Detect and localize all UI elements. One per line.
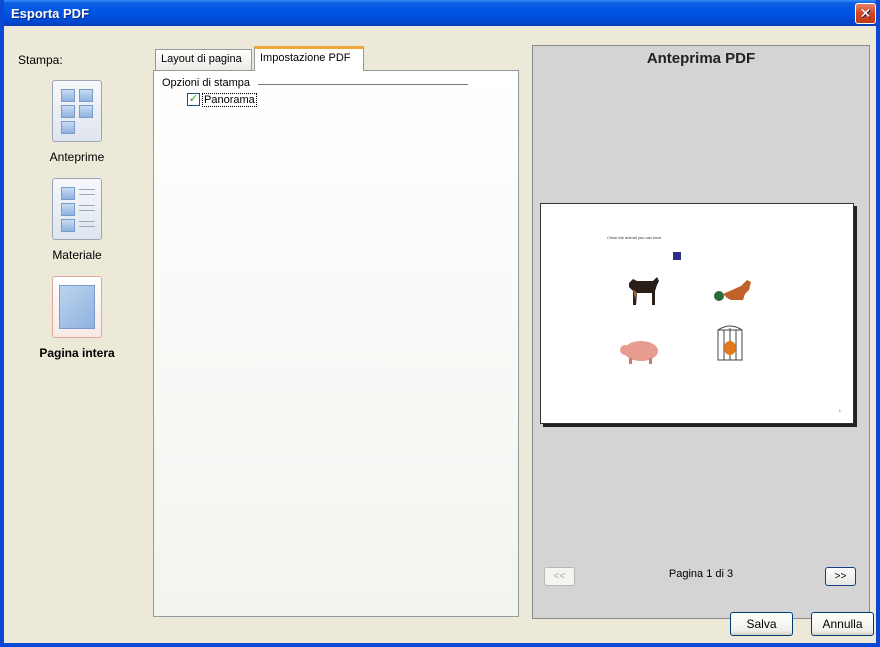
option-thumbnails-label: Anteprime <box>49 150 105 164</box>
pig-image <box>620 341 658 364</box>
tab-pdf-settings-label: Impostazione PDF <box>260 52 351 64</box>
print-options-title: Opzioni di stampa <box>162 77 251 89</box>
close-button[interactable]: ✕ <box>855 3 876 24</box>
dog-image <box>629 277 659 305</box>
dialog-body: Stampa: Anteprime Materiale Pagina inter… <box>4 26 876 643</box>
preview-page: Circle the animal you can hear 1 <box>540 203 854 424</box>
tab-pdf-settings[interactable]: Impostazione PDF <box>254 46 364 71</box>
panorama-checkbox[interactable]: ✓ <box>187 93 200 106</box>
page-instruction-text: Circle the animal you can hear <box>607 235 662 240</box>
tab-page-layout[interactable]: Layout di pagina <box>155 49 252 70</box>
pdf-settings-panel: Opzioni di stampa ✓ Panorama <box>153 70 519 617</box>
window-title: Esporta PDF <box>11 6 90 21</box>
option-thumbnails[interactable]: Anteprime <box>12 80 142 164</box>
preview-title: Anteprima PDF <box>646 50 756 67</box>
print-label: Stampa: <box>18 53 63 67</box>
full-page-icon <box>52 276 102 338</box>
close-icon: ✕ <box>859 5 872 21</box>
next-page-button[interactable]: >> <box>825 567 856 586</box>
cancel-button[interactable]: Annulla <box>811 612 874 636</box>
tab-page-layout-label: Layout di pagina <box>161 53 242 65</box>
export-pdf-dialog: Esporta PDF ✕ Stampa: Anteprime Material… <box>0 0 880 647</box>
option-handouts[interactable]: Materiale <box>12 178 142 262</box>
option-full-page-label: Pagina intera <box>39 346 115 360</box>
pdf-preview-pane: Anteprima PDF Circle the animal you can … <box>532 45 870 619</box>
caged-bird-image <box>717 325 743 361</box>
group-divider <box>258 84 468 85</box>
title-bar: Esporta PDF ✕ <box>4 0 876 26</box>
pagination-label: Pagina 1 di 3 <box>668 568 734 580</box>
cat-image <box>714 280 751 301</box>
handouts-icon <box>52 178 102 240</box>
page-number: 1 <box>838 408 841 413</box>
thumbnails-icon <box>52 80 102 142</box>
option-full-page[interactable]: Pagina intera <box>12 276 142 360</box>
panorama-label[interactable]: Panorama <box>202 93 257 107</box>
checkmark-icon: ✓ <box>188 93 199 105</box>
speaker-icon <box>673 252 681 260</box>
option-handouts-label: Materiale <box>52 248 102 262</box>
save-button[interactable]: Salva <box>730 612 793 636</box>
